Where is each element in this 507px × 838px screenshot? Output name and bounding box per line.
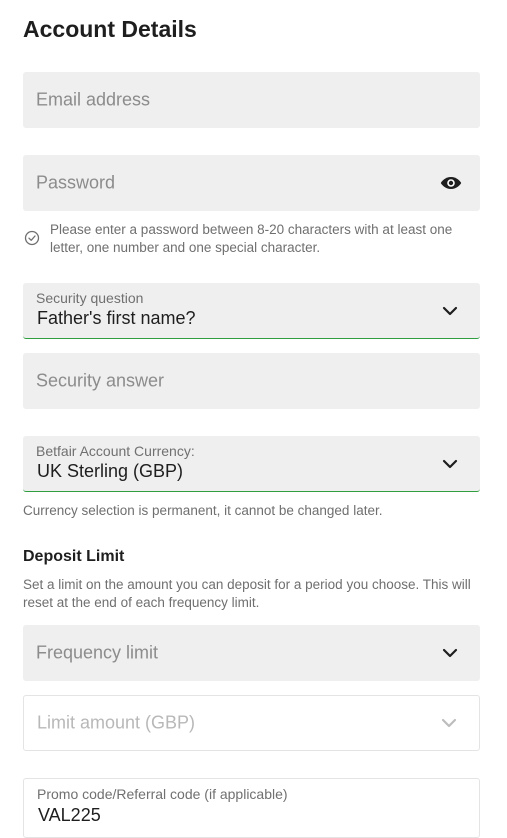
eye-icon[interactable] (440, 176, 462, 190)
deposit-limit-title: Deposit Limit (23, 548, 125, 565)
password-hint: Please enter a password between 8-20 cha… (50, 222, 453, 255)
promo-code-value: VAL225 (38, 805, 101, 825)
frequency-limit-placeholder: Frequency limit (36, 642, 159, 663)
currency-label: Betfair Account Currency: (36, 443, 195, 459)
limit-amount-placeholder: Limit amount (GBP) (37, 712, 196, 733)
chevron-down-icon (442, 648, 458, 658)
deposit-limit-description: Set a limit on the amount you can deposi… (23, 577, 471, 610)
password-field[interactable]: Password (23, 155, 480, 211)
promo-code-field[interactable]: Promo code/Referral code (if applicable)… (23, 778, 480, 838)
security-question-select[interactable]: Security question Father's first name? (23, 283, 480, 339)
chevron-down-icon (441, 718, 457, 728)
currency-select[interactable]: Betfair Account Currency: UK Sterling (G… (23, 436, 480, 492)
limit-amount-select[interactable]: Limit amount (GBP) (23, 695, 480, 751)
security-answer-field[interactable]: Security answer (23, 353, 480, 409)
currency-note: Currency selection is permanent, it cann… (23, 503, 383, 518)
security-question-label: Security question (36, 290, 144, 306)
page-title: Account Details (23, 16, 197, 42)
frequency-limit-select[interactable]: Frequency limit (23, 625, 480, 681)
security-answer-placeholder: Security answer (36, 370, 165, 391)
email-placeholder: Email address (36, 89, 151, 110)
promo-code-label: Promo code/Referral code (if applicable) (37, 786, 288, 802)
password-placeholder: Password (36, 172, 116, 193)
check-circle-icon (24, 230, 40, 246)
email-field[interactable]: Email address (23, 72, 480, 128)
chevron-down-icon (442, 306, 458, 315)
security-question-value: Father's first name? (37, 308, 196, 328)
chevron-down-icon (442, 459, 458, 468)
currency-value: UK Sterling (GBP) (37, 461, 184, 481)
